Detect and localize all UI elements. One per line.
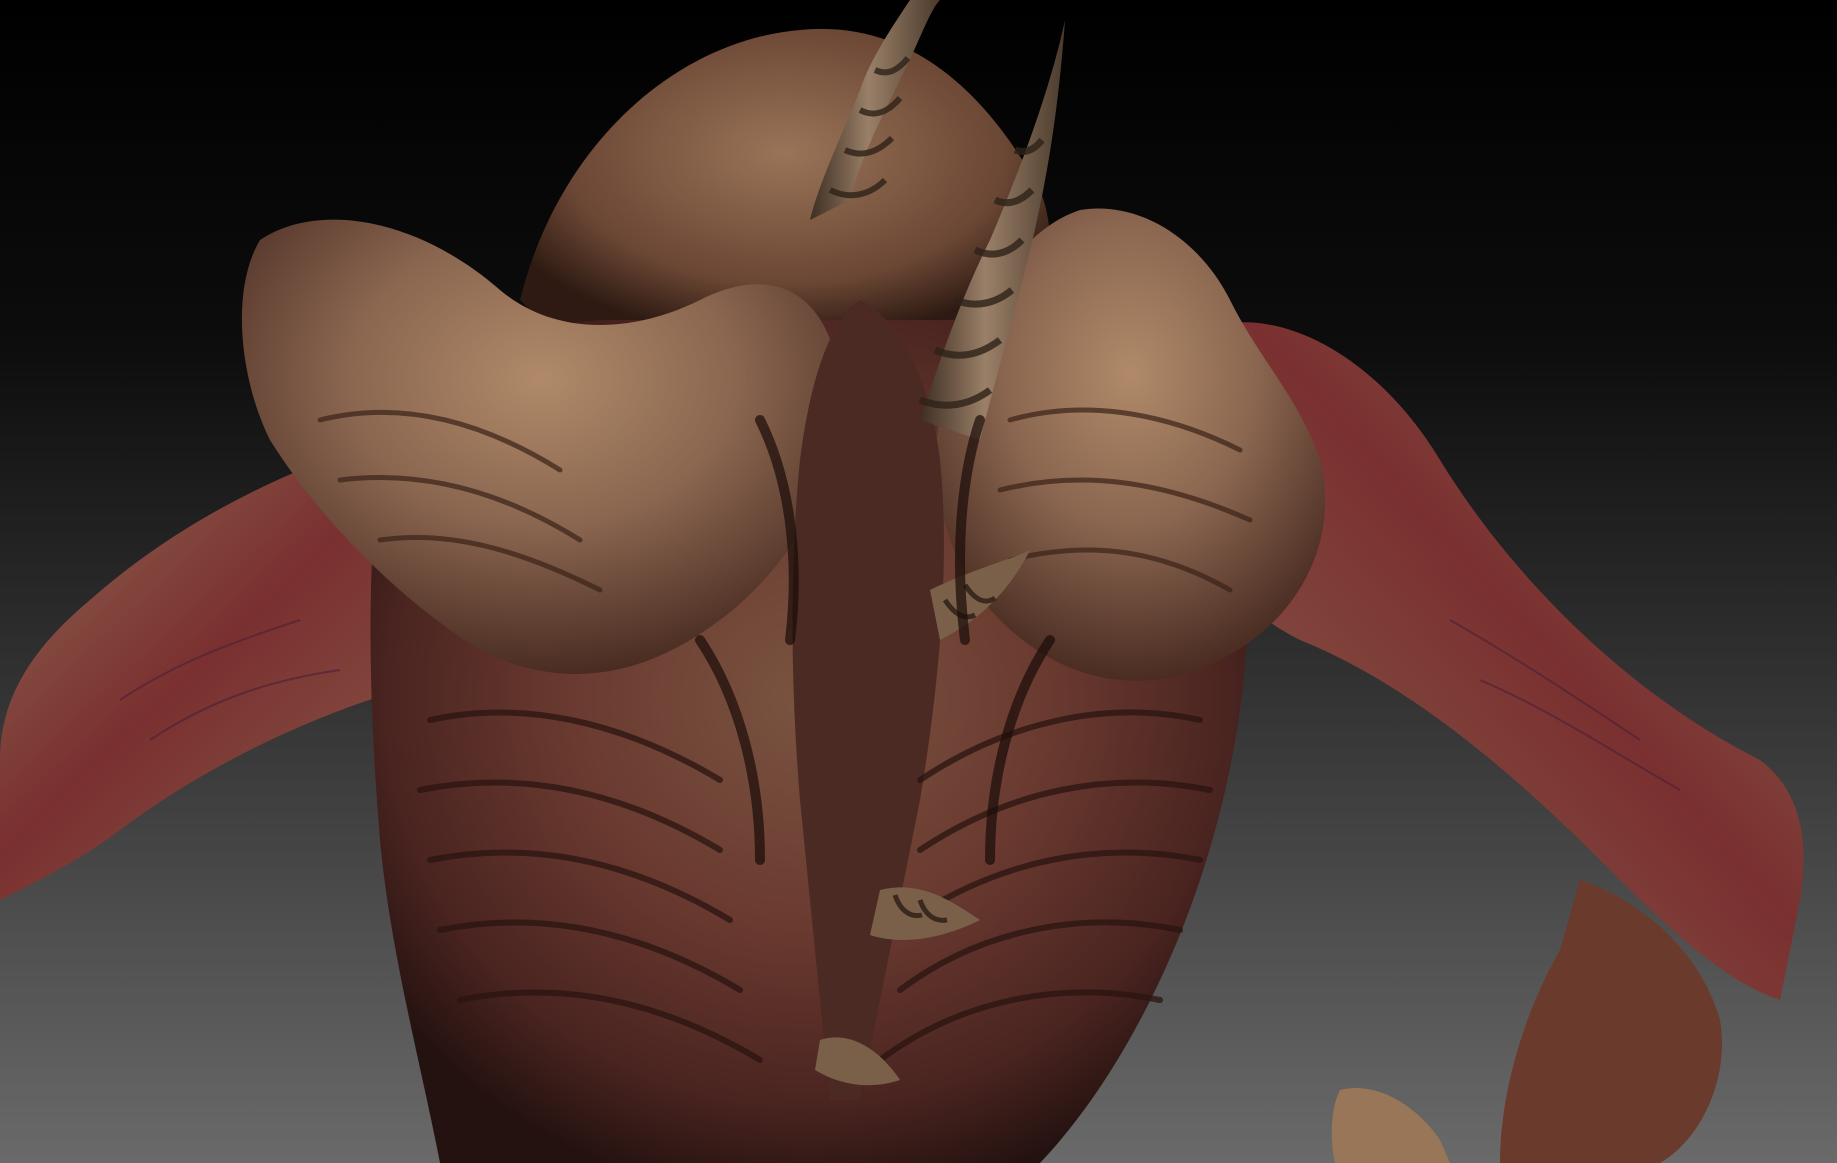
render-viewport [0, 0, 1837, 1163]
creature-render [0, 0, 1804, 1163]
right-claw [1331, 1088, 1450, 1163]
